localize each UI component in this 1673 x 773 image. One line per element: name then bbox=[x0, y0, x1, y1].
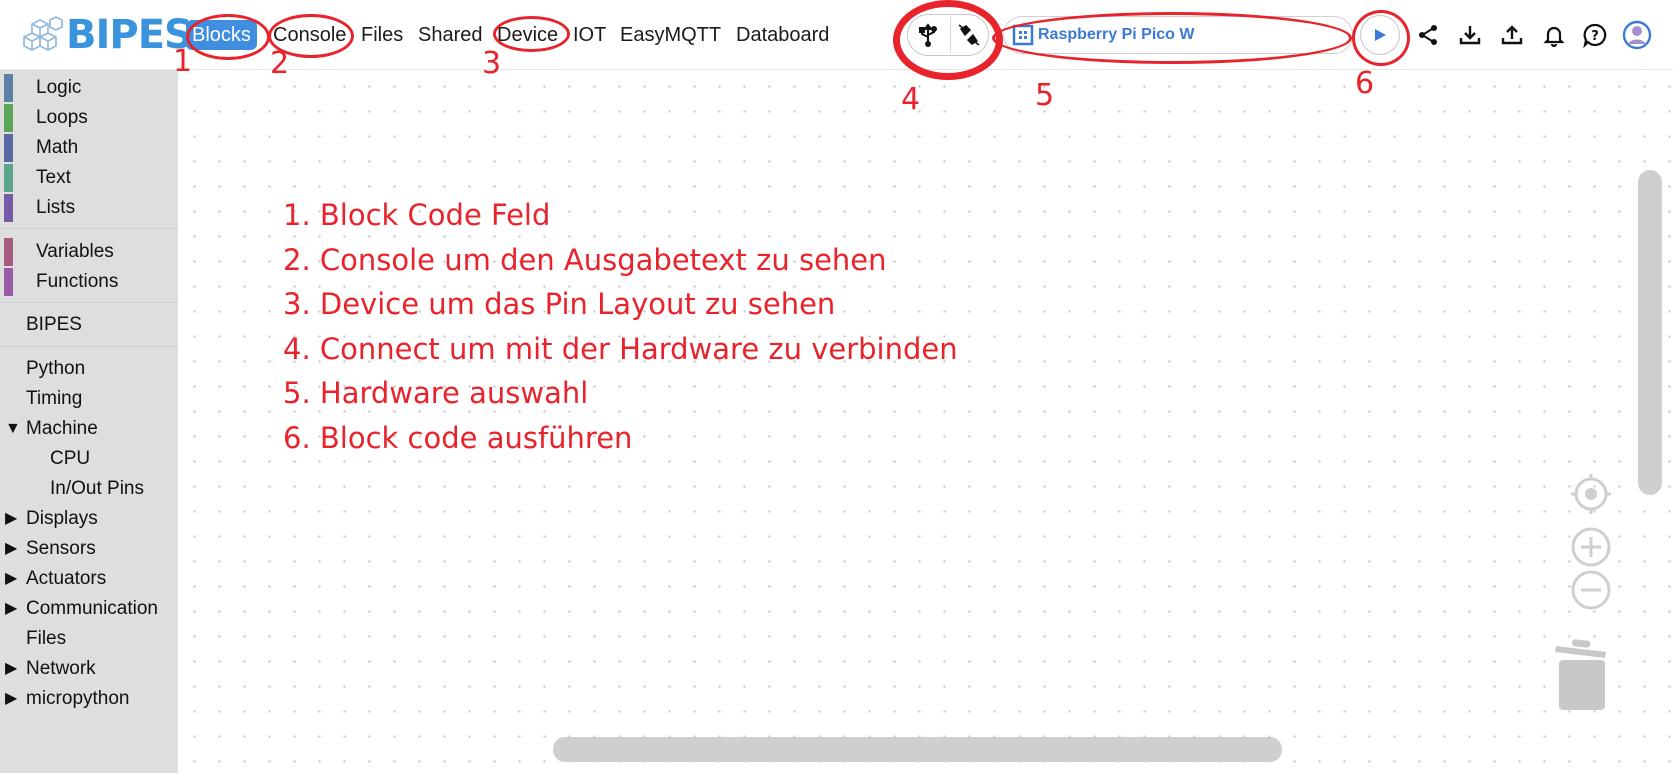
category-machine[interactable]: Machine bbox=[26, 415, 98, 443]
account-icon bbox=[1622, 20, 1652, 50]
category-functions[interactable]: Functions bbox=[36, 268, 118, 296]
vertical-scrollbar[interactable] bbox=[1638, 170, 1662, 495]
collapsed-arrow-icon[interactable]: ▶ bbox=[5, 565, 17, 593]
marker-1: 1 bbox=[173, 44, 193, 79]
category-python[interactable]: Python bbox=[26, 355, 85, 383]
toolbox-separator bbox=[0, 228, 178, 229]
tab-databoard[interactable]: Databoard bbox=[736, 20, 829, 50]
note-line: 3. Device um das Pin Layout zu sehen bbox=[283, 287, 836, 321]
recenter-icon[interactable] bbox=[1571, 474, 1611, 514]
run-icon bbox=[1375, 29, 1386, 41]
tab-blocks[interactable]: Blocks bbox=[186, 20, 257, 50]
toolbox-separator bbox=[0, 302, 178, 303]
tab-bar: Blocks bbox=[186, 20, 257, 50]
category-variables[interactable]: Variables bbox=[36, 238, 114, 266]
help-button[interactable]: ? bbox=[1580, 20, 1610, 50]
marker-2: 2 bbox=[270, 46, 290, 81]
bipes-logo[interactable]: BIPES bbox=[20, 12, 193, 58]
help-icon: ? bbox=[1583, 23, 1607, 48]
category-sensors[interactable]: Sensors bbox=[26, 535, 96, 563]
trash-icon[interactable] bbox=[1554, 638, 1610, 712]
category-lists[interactable]: Lists bbox=[36, 194, 75, 222]
tab-device[interactable]: Device bbox=[497, 20, 558, 50]
category-in-out-pins[interactable]: In/Out Pins bbox=[50, 475, 144, 503]
note-line: 1. Block Code Feld bbox=[283, 198, 551, 232]
share-icon bbox=[1419, 25, 1437, 45]
plug-connect-button[interactable] bbox=[950, 17, 986, 53]
usb-icon bbox=[919, 23, 937, 47]
collapsed-arrow-icon[interactable]: ▶ bbox=[5, 655, 17, 683]
functions-color-swatch bbox=[4, 268, 13, 296]
connection-controls bbox=[907, 14, 989, 56]
run-button[interactable] bbox=[1360, 15, 1400, 55]
category-timing[interactable]: Timing bbox=[26, 385, 82, 413]
category-network[interactable]: Network bbox=[26, 655, 96, 683]
category-micropython[interactable]: micropython bbox=[26, 685, 130, 713]
bell-icon bbox=[1543, 26, 1565, 47]
marker-6: 6 bbox=[1355, 66, 1375, 101]
loops-color-swatch bbox=[4, 104, 13, 132]
download-icon bbox=[1459, 26, 1481, 45]
tab-easymqtt[interactable]: EasyMQTT bbox=[620, 20, 721, 50]
connect-plug-icon bbox=[958, 24, 979, 46]
collapsed-arrow-icon[interactable]: ▶ bbox=[5, 595, 17, 623]
tab-shared[interactable]: Shared bbox=[418, 20, 483, 50]
category-cpu[interactable]: CPU bbox=[50, 445, 90, 473]
variables-color-swatch bbox=[4, 238, 13, 266]
download-button[interactable] bbox=[1455, 20, 1485, 50]
logic-color-swatch bbox=[4, 74, 13, 102]
marker-4: 4 bbox=[901, 82, 921, 117]
lists-color-swatch bbox=[4, 194, 13, 222]
collapsed-arrow-icon[interactable]: ▶ bbox=[5, 505, 17, 533]
math-color-swatch bbox=[4, 134, 13, 162]
category-math[interactable]: Math bbox=[36, 134, 78, 162]
account-button[interactable] bbox=[1622, 20, 1652, 50]
svg-text:?: ? bbox=[1591, 29, 1599, 44]
tab-files[interactable]: Files bbox=[361, 20, 403, 50]
category-logic[interactable]: Logic bbox=[36, 74, 81, 102]
share-button[interactable] bbox=[1413, 20, 1443, 50]
note-line: 6. Block code ausführen bbox=[283, 420, 633, 455]
toolbox-separator bbox=[0, 346, 178, 347]
collapsed-arrow-icon[interactable]: ▶ bbox=[5, 535, 17, 563]
tab-iot[interactable]: IOT bbox=[573, 20, 606, 50]
category-displays[interactable]: Displays bbox=[26, 505, 98, 533]
horizontal-scrollbar[interactable] bbox=[553, 737, 1282, 762]
upload-button[interactable] bbox=[1497, 20, 1527, 50]
board-name: Raspberry Pi Pico W bbox=[1038, 26, 1195, 43]
note-line: 5. Hardware auswahl bbox=[283, 376, 589, 410]
zoom-out-icon[interactable] bbox=[1571, 570, 1611, 610]
marker-5: 5 bbox=[1035, 78, 1055, 113]
zoom-in-icon[interactable] bbox=[1571, 527, 1611, 567]
note-line: 2. Console um den Ausgabetext zu sehen bbox=[283, 242, 887, 277]
block-toolbox: Logic Loops Math Text Lists Variables Fu… bbox=[0, 70, 178, 773]
marker-3: 3 bbox=[482, 46, 502, 81]
category-bipes[interactable]: BIPES bbox=[26, 311, 82, 339]
collapsed-arrow-icon[interactable]: ▶ bbox=[5, 685, 17, 713]
annotation-notes: 1. Block Code Feld 2. Console um den Aus… bbox=[283, 193, 958, 460]
top-toolbar: BIPES Blocks Console Files Shared Device… bbox=[0, 0, 1673, 70]
notifications-button[interactable] bbox=[1539, 20, 1569, 50]
board-select[interactable]: Raspberry Pi Pico W bbox=[1003, 16, 1353, 54]
category-files[interactable]: Files bbox=[26, 625, 66, 653]
text-color-swatch bbox=[4, 164, 13, 192]
category-loops[interactable]: Loops bbox=[36, 104, 88, 132]
expanded-arrow-icon[interactable]: ▼ bbox=[5, 415, 21, 443]
category-actuators[interactable]: Actuators bbox=[26, 565, 106, 593]
cubes-logo-icon bbox=[23, 16, 63, 51]
board-chip-icon bbox=[1012, 24, 1034, 46]
usb-connect-button[interactable] bbox=[910, 17, 946, 53]
upload-icon bbox=[1501, 25, 1523, 45]
category-communication[interactable]: Communication bbox=[26, 595, 158, 623]
note-line: 4. Connect um mit der Hardware zu verbin… bbox=[283, 331, 958, 366]
category-text[interactable]: Text bbox=[36, 164, 71, 192]
